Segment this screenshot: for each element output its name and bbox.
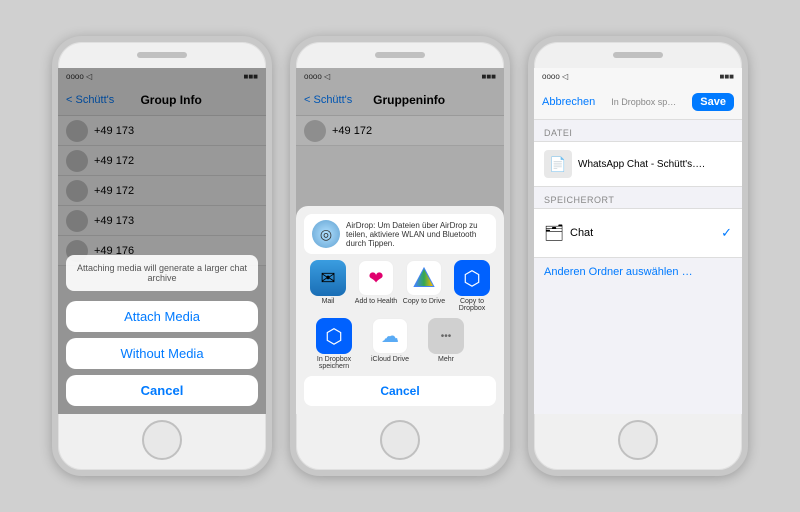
attach-media-dialog: Attaching media will generate a larger c… (58, 68, 266, 414)
save-screen: DATEI 📄 WhatsApp Chat - Schütt's…. SPEIC… (534, 120, 742, 414)
phone-1: oooo ◁ ■■■ < Schütt's Group Info +49 173… (52, 36, 272, 476)
icloud-icon: ☁ (372, 318, 408, 354)
mehr-icon: ••• (428, 318, 464, 354)
airdrop-row: ◎ AirDrop: Um Dateien über AirDrop zu te… (304, 214, 496, 254)
app-dropbox2[interactable]: ⬡ In Dropbox speichern (312, 318, 356, 370)
file-section-content: 📄 WhatsApp Chat - Schütt's…. (534, 141, 742, 187)
location-section-header: SPEICHERORT (534, 187, 742, 208)
carrier-3: oooo ◁ (542, 72, 568, 81)
file-icon: 📄 (544, 150, 572, 178)
save-nav-title: In Dropbox sp… (611, 97, 676, 107)
save-nav: Abbrechen In Dropbox sp… Save (534, 84, 742, 120)
app-mehr-label: Mehr (438, 356, 454, 363)
chat-location-name: Chat (570, 227, 593, 239)
health-icon: ❤ (358, 260, 394, 296)
share-sheet: ◎ AirDrop: Um Dateien über AirDrop zu te… (296, 68, 504, 414)
app-mail-label: Mail (322, 298, 335, 305)
attach-media-button[interactable]: Attach Media (66, 301, 258, 332)
app-dropbox2-label: In Dropbox speichern (312, 356, 356, 370)
airdrop-icon: ◎ (312, 220, 340, 248)
app-icloud-label: iCloud Drive (371, 356, 409, 363)
mail-icon: ✉ (310, 260, 346, 296)
app-mehr[interactable]: ••• Mehr (424, 318, 468, 370)
file-section-header: DATEI (534, 120, 742, 141)
checkmark-icon: ✓ (721, 225, 732, 241)
folder-icon: 🗂 (544, 223, 564, 243)
chat-location-item[interactable]: 🗂 Chat ✓ (544, 217, 732, 249)
save-file-row: 📄 WhatsApp Chat - Schütt's…. (544, 150, 732, 178)
app-mail[interactable]: ✉ Mail (306, 260, 350, 312)
phone-2: oooo ◁ ■■■ < Schütt's Gruppeninfo +49 17… (290, 36, 510, 476)
airdrop-text: AirDrop: Um Dateien über AirDrop zu teil… (346, 221, 488, 248)
phone-3: oooo ◁ ■■■ Abbrechen In Dropbox sp… Save… (528, 36, 748, 476)
other-folder-link[interactable]: Anderen Ordner auswählen … (534, 258, 742, 286)
apps-row-2: ⬡ In Dropbox speichern ☁ iCloud Drive ••… (304, 318, 496, 370)
save-file-name: WhatsApp Chat - Schütt's…. (578, 159, 705, 170)
share-panel: ◎ AirDrop: Um Dateien über AirDrop zu te… (296, 206, 504, 414)
app-health-label: Add to Health (355, 298, 397, 305)
dialog-message: Attaching media will generate a larger c… (66, 255, 258, 291)
chat-location-left: 🗂 Chat (544, 223, 593, 243)
dropbox2-icon: ⬡ (316, 318, 352, 354)
without-media-button[interactable]: Without Media (66, 338, 258, 369)
location-section-content: 🗂 Chat ✓ (534, 208, 742, 258)
app-dropbox-label: Copy to Dropbox (450, 298, 494, 312)
share-cancel-button[interactable]: Cancel (304, 376, 496, 406)
app-dropbox[interactable]: ⬡ Copy to Dropbox (450, 260, 494, 312)
apps-row-1: ✉ Mail ❤ Add to Health (304, 260, 496, 312)
dropbox-icon: ⬡ (454, 260, 490, 296)
status-bar-3: oooo ◁ ■■■ (534, 68, 742, 84)
battery-3: ■■■ (720, 72, 735, 81)
app-drive-label: Copy to Drive (403, 298, 445, 305)
drive-icon (406, 260, 442, 296)
app-drive[interactable]: Copy to Drive (402, 260, 446, 312)
app-icloud[interactable]: ☁ iCloud Drive (368, 318, 412, 370)
app-health[interactable]: ❤ Add to Health (354, 260, 398, 312)
save-cancel-button[interactable]: Abbrechen (542, 96, 595, 108)
save-button[interactable]: Save (692, 93, 734, 111)
cancel-button-1[interactable]: Cancel (66, 375, 258, 406)
